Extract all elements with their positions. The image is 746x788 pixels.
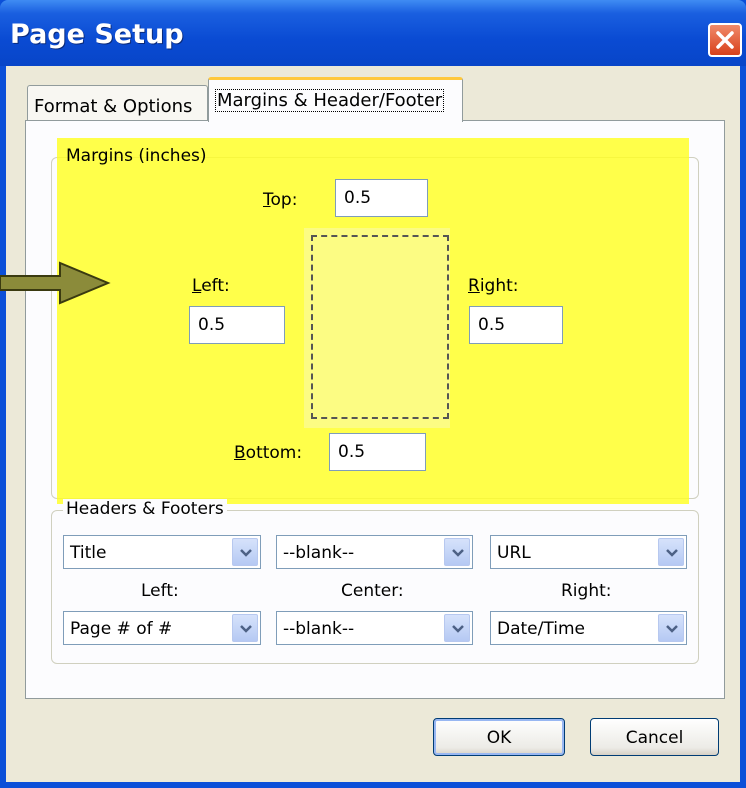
- margins-group-label: Margins (inches): [66, 146, 207, 166]
- footer-right-value: Date/Time: [497, 619, 585, 639]
- chevron-down-icon[interactable]: [444, 538, 470, 566]
- footer-center-select[interactable]: --blank--: [276, 611, 473, 645]
- chevron-down-icon[interactable]: [658, 614, 684, 642]
- footer-right-select[interactable]: Date/Time: [490, 611, 687, 645]
- header-right-value: URL: [497, 543, 531, 563]
- cancel-button[interactable]: Cancel: [590, 718, 719, 756]
- chevron-down-icon[interactable]: [658, 538, 684, 566]
- header-left-value: Title: [70, 543, 107, 563]
- dialog-title: Page Setup: [10, 19, 184, 50]
- center-column-label: Center:: [341, 581, 404, 601]
- close-button[interactable]: [708, 23, 742, 57]
- footer-center-value: --blank--: [283, 619, 355, 639]
- chevron-down-icon[interactable]: [232, 614, 258, 642]
- right-label: Right:: [468, 276, 519, 296]
- page-margin-outline: [311, 235, 449, 419]
- header-left-select[interactable]: Title: [63, 535, 261, 569]
- tab-format-options[interactable]: Format & Options: [27, 85, 208, 121]
- header-center-select[interactable]: --blank--: [276, 535, 473, 569]
- left-column-label: Left:: [141, 581, 179, 601]
- footer-left-value: Page # of #: [70, 619, 173, 639]
- right-column-label: Right:: [561, 581, 612, 601]
- tab-format-options-label: Format & Options: [34, 96, 193, 117]
- header-right-select[interactable]: URL: [490, 535, 687, 569]
- tab-margins-header-footer[interactable]: Margins & Header/Footer: [208, 77, 463, 122]
- top-label: Top:: [263, 190, 298, 210]
- close-icon: [716, 31, 734, 49]
- ok-button[interactable]: OK: [433, 718, 565, 756]
- top-margin-input[interactable]: 0.5: [335, 179, 428, 217]
- page-setup-window: Page Setup Format & Options Margins & He…: [0, 0, 746, 788]
- annotation-arrow-icon: [0, 261, 111, 305]
- bottom-margin-input[interactable]: 0.5: [329, 433, 426, 471]
- title-bar: Page Setup: [0, 0, 746, 66]
- headers-footers-group-label: Headers & Footers: [63, 499, 227, 519]
- chevron-down-icon[interactable]: [232, 538, 258, 566]
- chevron-down-icon[interactable]: [444, 614, 470, 642]
- left-margin-input[interactable]: 0.5: [189, 306, 285, 344]
- header-center-value: --blank--: [283, 543, 355, 563]
- dialog-client-area: Format & Options Margins & Header/Footer…: [6, 66, 740, 782]
- bottom-label: Bottom:: [234, 443, 303, 463]
- left-label: Left:: [192, 276, 230, 296]
- footer-left-select[interactable]: Page # of #: [63, 611, 261, 645]
- tab-margins-label: Margins & Header/Footer: [215, 89, 445, 112]
- right-margin-input[interactable]: 0.5: [469, 306, 563, 344]
